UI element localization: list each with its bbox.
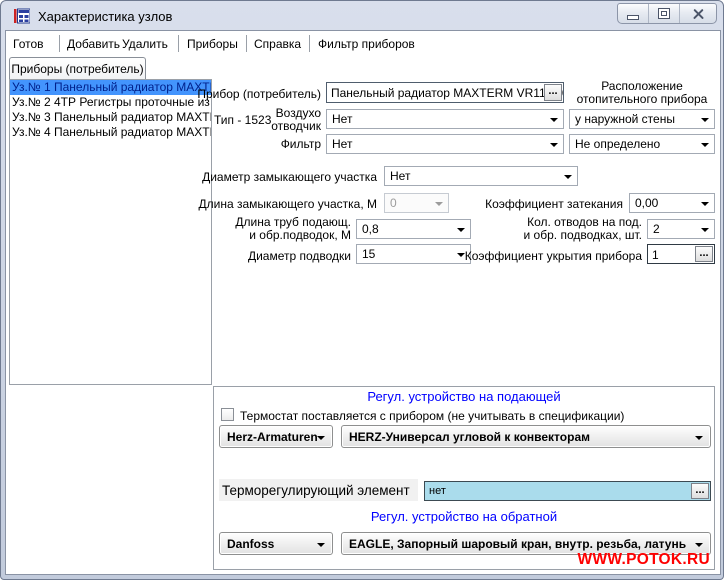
return-vendor-value: Danfoss xyxy=(227,537,274,551)
minimize-button[interactable] xyxy=(618,4,649,23)
thermo-element-value: нет xyxy=(429,485,446,497)
pipe-length-label: Длина труб подающ. и обр.подводок, М xyxy=(235,216,351,242)
leak-coeff-value: 0,00 xyxy=(635,196,658,210)
filter-value: Нет xyxy=(332,137,352,151)
tab-label: Приборы (потребитель) xyxy=(11,62,143,76)
list-item[interactable]: Уз.№ 2 4ТР Регистры проточные из xyxy=(10,95,211,110)
list-item[interactable]: Уз.№ 3 Панельный радиатор MAXTE xyxy=(10,110,211,125)
filter-combo[interactable]: Нет xyxy=(326,134,564,154)
air-vent-combo[interactable]: Нет xyxy=(326,109,564,129)
leak-coeff-label: Коэффициент затекания xyxy=(485,197,623,211)
dropdown-arrow-icon xyxy=(550,143,558,147)
supply-vendor-value: Herz-Armaturen xyxy=(227,430,318,444)
title-bar: Характеристика узлов xyxy=(1,1,724,30)
watermark: WWW.POTOK.RU xyxy=(578,551,710,569)
cover-coeff-field[interactable]: 1 ... xyxy=(647,244,715,264)
menu-item-add[interactable]: Добавить xyxy=(67,37,120,51)
window: Характеристика узлов Готов Добавить Удал… xyxy=(0,0,724,580)
dropdown-arrow-icon xyxy=(457,228,465,232)
list-item[interactable]: Уз.№ 4 Панельный радиатор MAXTE xyxy=(10,125,211,140)
dropdown-arrow-icon xyxy=(701,202,709,206)
node-listbox[interactable]: Уз.№ 1 Панельный радиатор MAXTE Уз.№ 2 4… xyxy=(9,79,212,385)
return-vendor-combo[interactable]: Danfoss xyxy=(219,532,333,555)
menu-separator xyxy=(59,35,60,52)
menu-separator xyxy=(246,35,247,52)
ellipsis-button[interactable]: ... xyxy=(695,246,713,262)
menu-separator xyxy=(309,35,310,52)
regulation-panel: Регул. устройство на подающей Термостат … xyxy=(213,386,715,570)
maximize-button[interactable] xyxy=(649,4,680,23)
location-value: у наружной стены xyxy=(575,112,675,126)
thermostat-checkbox-label: Термостат поставляется с прибором (не уч… xyxy=(240,409,624,423)
closing-diameter-value: Нет xyxy=(390,169,410,183)
pipe-length-value: 0,8 xyxy=(362,222,379,236)
window-title: Характеристика узлов xyxy=(38,9,172,24)
dropdown-arrow-icon xyxy=(317,543,325,547)
supply-diameter-value: 15 xyxy=(362,247,375,261)
menu-separator xyxy=(178,35,179,52)
closing-length-combo: 0 xyxy=(384,193,449,213)
minimize-icon xyxy=(627,15,639,20)
menu-item-help[interactable]: Справка xyxy=(254,37,301,51)
tab-devices-consumer[interactable]: Приборы (потребитель) xyxy=(9,57,146,79)
supply-vendor-combo[interactable]: Herz-Armaturen xyxy=(219,425,333,448)
dropdown-arrow-icon xyxy=(701,143,709,147)
menu-item-devices[interactable]: Приборы xyxy=(187,37,238,51)
pipe-length-combo[interactable]: 0,8 xyxy=(356,219,471,239)
outlets-label: Кол. отводов на под. и обр. подводках, ш… xyxy=(524,216,642,242)
supply-device-combo[interactable]: HERZ-Универсал угловой к конвекторам xyxy=(341,425,711,448)
thermo-element-field[interactable]: нет ... xyxy=(424,481,711,501)
device-label: Прибор (потребитель) xyxy=(197,87,321,101)
menu-item-filter[interactable]: Фильтр приборов xyxy=(318,37,415,51)
device-field[interactable]: Панельный радиатор MAXTERM VR11-500, ... xyxy=(326,82,564,103)
close-button[interactable] xyxy=(680,4,716,23)
thermo-element-label: Терморегулирующий элемент xyxy=(219,479,418,501)
return-device-value: EAGLE, Запорный шаровый кран, внутр. рез… xyxy=(349,537,686,551)
thermostat-checkbox[interactable] xyxy=(221,408,234,421)
dropdown-arrow-icon xyxy=(435,202,443,206)
supply-diameter-combo[interactable]: 15 xyxy=(356,244,471,264)
dropdown-arrow-icon xyxy=(701,118,709,122)
device-value: Панельный радиатор MAXTERM VR11-500, xyxy=(331,86,564,100)
air-vent-label: Воздухо отводчик xyxy=(271,107,321,133)
location-label: Расположение отопительного прибора xyxy=(567,80,717,106)
supply-diameter-label: Диаметр подводки xyxy=(248,249,351,263)
dropdown-arrow-icon xyxy=(317,436,325,440)
supply-device-value: HERZ-Универсал угловой к конвекторам xyxy=(349,430,590,444)
close-icon xyxy=(692,8,705,19)
list-item[interactable]: Уз.№ 1 Панельный радиатор MAXTE xyxy=(10,80,211,95)
filter-label: Фильтр xyxy=(281,137,321,151)
app-icon[interactable] xyxy=(14,8,30,24)
type-label: Тип - 1523 xyxy=(214,113,271,127)
dropdown-arrow-icon xyxy=(695,436,703,440)
menu-item-delete[interactable]: Удалить xyxy=(122,37,168,51)
cover-coeff-value: 1 xyxy=(652,248,659,262)
dropdown-arrow-icon xyxy=(550,118,558,122)
ellipsis-button[interactable]: ... xyxy=(691,483,709,499)
ellipsis-button[interactable]: ... xyxy=(544,84,562,101)
outlets-value: 2 xyxy=(653,222,660,236)
closing-length-value: 0 xyxy=(390,196,397,210)
dropdown-arrow-icon xyxy=(701,228,709,232)
closing-diameter-combo[interactable]: Нет xyxy=(384,166,578,186)
mount-value: Не определено xyxy=(575,137,660,151)
location-combo[interactable]: у наружной стены xyxy=(569,109,715,129)
return-section-header: Регул. устройство на обратной xyxy=(214,509,714,524)
mount-combo[interactable]: Не определено xyxy=(569,134,715,154)
closing-length-label: Длина замыкающего участка, М xyxy=(198,197,377,211)
closing-diameter-label: Диаметр замыкающего участка xyxy=(202,170,377,184)
dropdown-arrow-icon xyxy=(564,175,572,179)
maximize-icon xyxy=(658,8,670,19)
supply-section-header: Регул. устройство на подающей xyxy=(214,389,714,404)
menu-item-ready[interactable]: Готов xyxy=(13,37,44,51)
window-controls xyxy=(617,3,717,24)
leak-coeff-combo[interactable]: 0,00 xyxy=(629,193,715,213)
cover-coeff-label: Коэффициент укрытия прибора xyxy=(465,249,642,263)
outlets-combo[interactable]: 2 xyxy=(647,219,715,239)
dropdown-arrow-icon xyxy=(695,543,703,547)
air-vent-value: Нет xyxy=(332,112,352,126)
